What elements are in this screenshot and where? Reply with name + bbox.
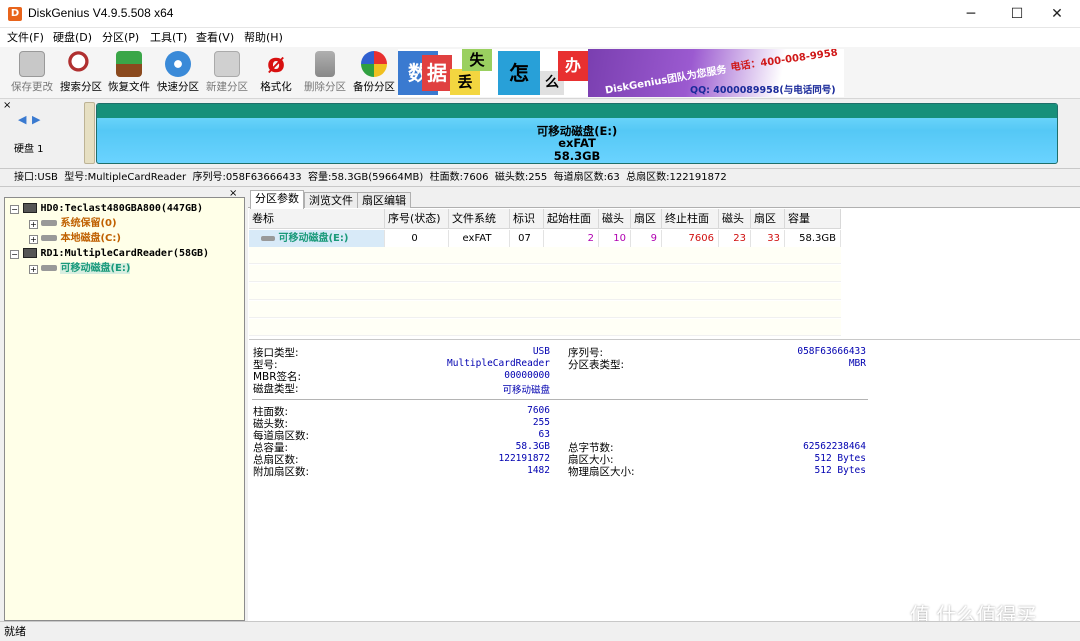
tree-item-removable-e[interactable]: 可移动磁盘(E:) xyxy=(41,262,131,276)
partition-block-e[interactable]: 可移动磁盘(E:) exFAT 58.3GB xyxy=(96,103,1058,164)
menu-help[interactable]: 帮助(H) xyxy=(238,29,289,46)
tab-partition-params[interactable]: 分区参数 xyxy=(250,190,304,209)
hard-disk-icon xyxy=(23,248,37,258)
status-bar: 就绪 xyxy=(0,621,1080,641)
col-start-cyl[interactable]: 起始柱面 xyxy=(544,209,599,229)
recover-files-button[interactable]: 恢复文件 xyxy=(104,49,154,97)
window-title: DiskGenius V4.9.5.508 x64 xyxy=(28,6,174,20)
quick-partition-button[interactable]: 快速分区 xyxy=(153,49,203,97)
close-map-icon[interactable]: × xyxy=(3,100,11,111)
table-row[interactable]: 可移动磁盘(E:) xyxy=(249,230,385,247)
tab-browse-files[interactable]: 浏览文件 xyxy=(304,192,358,208)
advertisement-banner[interactable]: 数 据 丢 失 怎 么 办 DiskGenius团队为您服务 电话：400-00… xyxy=(398,49,844,97)
close-button[interactable]: ✕ xyxy=(1034,0,1080,28)
delete-partition-button[interactable]: 删除分区 xyxy=(300,49,350,97)
partition-filesystem: exFAT xyxy=(558,136,596,150)
col-capacity[interactable]: 容量 xyxy=(785,209,841,229)
recover-files-icon xyxy=(116,51,142,77)
delete-partition-icon xyxy=(315,51,335,77)
tab-strip: 分区参数 浏览文件 扇区编辑 xyxy=(248,190,1080,209)
search-partition-icon xyxy=(68,51,94,77)
col-volume[interactable]: 卷标 xyxy=(249,209,385,229)
quick-partition-icon xyxy=(165,51,191,77)
tree-item-local-disk-c[interactable]: 本地磁盘(C:) xyxy=(41,232,121,246)
status-text: 就绪 xyxy=(4,625,26,638)
search-partition-button[interactable]: 搜索分区 xyxy=(56,49,106,97)
tab-sector-edit[interactable]: 扇区编辑 xyxy=(357,192,411,208)
next-disk-icon[interactable]: ▶ xyxy=(32,113,40,126)
partition-size: 58.3GB xyxy=(553,149,601,163)
menu-partition[interactable]: 分区(P) xyxy=(96,29,145,46)
col-start-head[interactable]: 磁头 xyxy=(599,209,631,229)
minimize-button[interactable]: ─ xyxy=(948,0,994,28)
menu-file[interactable]: 文件(F) xyxy=(1,29,50,46)
save-changes-button[interactable]: 保存更改 xyxy=(7,49,57,97)
backup-partition-icon xyxy=(361,51,387,77)
hard-disk-icon xyxy=(23,203,37,213)
disk-info-bar: 接口:USB 型号:MultipleCardReader 序列号:058F636… xyxy=(0,170,1080,187)
partition-icon xyxy=(261,235,275,241)
col-end-sector[interactable]: 扇区 xyxy=(751,209,785,229)
new-partition-button[interactable]: 新建分区 xyxy=(202,49,252,97)
menu-bar: 文件(F) 硬盘(D) 分区(P) 工具(T) 查看(V) 帮助(H) xyxy=(0,28,1080,47)
menu-disk[interactable]: 硬盘(D) xyxy=(47,29,98,46)
menu-view[interactable]: 查看(V) xyxy=(190,29,240,46)
format-icon: ø xyxy=(267,49,285,79)
disk-map-scroll[interactable] xyxy=(84,102,95,164)
format-button[interactable]: ø 格式化 xyxy=(251,49,301,97)
col-start-sector[interactable]: 扇区 xyxy=(631,209,662,229)
partition-icon xyxy=(41,235,57,241)
new-partition-icon xyxy=(214,51,240,77)
tree-item-hd0[interactable]: HD0:Teclast480GBA800(447GB) xyxy=(23,202,203,216)
disk-info-text: 接口:USB 型号:MultipleCardReader 序列号:058F636… xyxy=(14,172,727,183)
col-end-head[interactable]: 磁头 xyxy=(719,209,751,229)
menu-tools[interactable]: 工具(T) xyxy=(144,29,193,46)
tree-item-rd1[interactable]: RD1:MultipleCardReader(58GB) xyxy=(23,247,209,261)
backup-partition-button[interactable]: 备份分区 xyxy=(349,49,399,97)
tree-item-system-reserved[interactable]: 系统保留(0) xyxy=(41,217,117,231)
col-end-cyl[interactable]: 终止柱面 xyxy=(662,209,719,229)
prev-disk-icon[interactable]: ◀ xyxy=(18,113,26,126)
partition-icon xyxy=(41,265,57,271)
col-filesystem[interactable]: 文件系统 xyxy=(449,209,510,229)
app-icon: D xyxy=(8,7,22,21)
title-bar: D DiskGenius V4.9.5.508 x64 ─ ☐ ✕ xyxy=(0,0,1080,28)
disk-label: 硬盘 1 xyxy=(14,144,44,155)
partition-icon xyxy=(41,220,57,226)
save-icon xyxy=(19,51,45,77)
col-id[interactable]: 标识 xyxy=(510,209,544,229)
col-index[interactable]: 序号(状态) xyxy=(385,209,449,229)
disk-tree: − HD0:Teclast480GBA800(447GB) + 系统保留(0) … xyxy=(4,197,245,621)
